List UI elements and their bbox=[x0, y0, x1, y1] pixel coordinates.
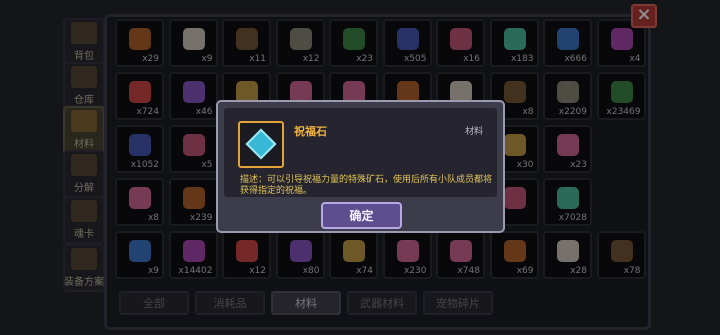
dialog-content: 祝福石 材料 描述：可以引导祝福力量的特殊矿石，使用后所有小队成员都将获得指定的… bbox=[224, 108, 497, 197]
item-icon-frame bbox=[238, 121, 284, 168]
blessing-stone-icon bbox=[245, 128, 277, 160]
confirm-button[interactable]: 确定 bbox=[321, 202, 402, 229]
item-detail-dialog: 祝福石 材料 描述：可以引导祝福力量的特殊矿石，使用后所有小队成员都将获得指定的… bbox=[216, 100, 505, 233]
item-name: 祝福石 bbox=[294, 125, 327, 138]
item-type: 材料 bbox=[464, 127, 483, 137]
item-description: 描述：可以引导祝福力量的特殊矿石，使用后所有小队成员都将获得指定的祝福。 bbox=[240, 175, 493, 196]
inventory-screen: 背包 仓库 材料 分解 魂卡 装备方案 x29 x9 x11 x12 x23 x505 x16 x183… bbox=[0, 0, 720, 335]
